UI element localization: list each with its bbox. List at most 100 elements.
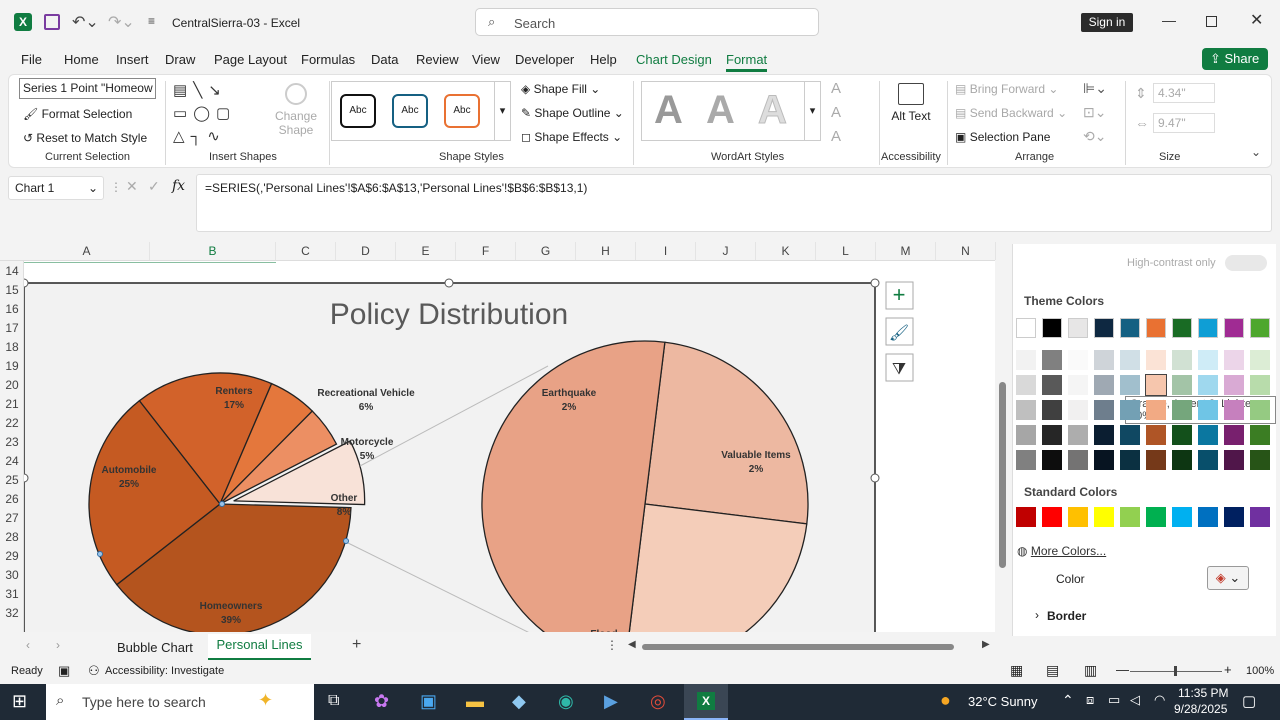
point-handle[interactable] (97, 551, 103, 557)
theme-color-shade-swatch[interactable] (1042, 375, 1062, 395)
tab-review[interactable]: Review (416, 52, 459, 67)
theme-color-shade-swatch[interactable] (1094, 450, 1114, 470)
alt-text-button[interactable]: Alt Text (891, 83, 931, 123)
tab-formulas[interactable]: Formulas (301, 52, 355, 67)
tabs-more-icon[interactable]: ⋮ (606, 638, 618, 652)
theme-color-shade-swatch[interactable] (1120, 425, 1140, 445)
network-icon[interactable]: ⧈ (1086, 692, 1094, 708)
theme-color-swatch[interactable] (1094, 318, 1114, 338)
zoom-out-icon[interactable]: — (1116, 662, 1129, 677)
shape-outline-button[interactable]: ✎ Shape Outline ⌄ (521, 106, 624, 120)
cancel-icon[interactable]: ✕ (126, 178, 138, 195)
name-box[interactable]: Chart 1 ⌄ (8, 176, 104, 200)
standard-color-swatch[interactable] (1224, 507, 1244, 527)
theme-color-shade-swatch[interactable] (1042, 350, 1062, 370)
task-view-icon[interactable]: ⧉ (328, 692, 339, 710)
tab-view[interactable]: View (472, 52, 500, 67)
theme-color-shade-swatch[interactable] (1224, 400, 1244, 420)
elbow-icon[interactable]: ┐ (191, 128, 208, 145)
chevron-up-icon[interactable]: ⌃ (1062, 692, 1074, 709)
tab-draw[interactable]: Draw (165, 52, 195, 67)
theme-color-shade-swatch[interactable] (1042, 425, 1062, 445)
width-input[interactable]: 9.47" (1153, 113, 1215, 133)
shape-effects-button[interactable]: ◻ Shape Effects ⌄ (521, 130, 622, 144)
theme-color-shade-swatch[interactable] (1172, 450, 1192, 470)
standard-color-swatch[interactable] (1250, 507, 1270, 527)
standard-color-swatch[interactable] (1146, 507, 1166, 527)
resize-handle[interactable] (444, 278, 454, 288)
oval-icon[interactable]: ◯ (193, 105, 216, 122)
theme-color-shade-swatch[interactable] (1068, 400, 1088, 420)
customize-qat-icon[interactable]: ≡ (148, 14, 155, 28)
theme-color-swatch[interactable] (1172, 318, 1192, 338)
notifications-icon[interactable]: ▢ (1242, 692, 1256, 710)
color-picker-button[interactable]: ◈ ⌄ (1207, 566, 1249, 590)
reset-style-button[interactable]: ↺ Reset to Match Style (23, 131, 147, 145)
sheet-tab-bubble-chart[interactable]: Bubble Chart (117, 640, 193, 655)
theme-color-shade-swatch[interactable] (1172, 400, 1192, 420)
theme-color-swatch[interactable] (1042, 318, 1062, 338)
tab-format[interactable]: Format (726, 52, 768, 72)
sign-in-button[interactable]: Sign in (1081, 13, 1133, 32)
theme-color-shade-swatch[interactable] (1016, 350, 1036, 370)
more-colors-button[interactable]: ◍ More Colors... (1017, 544, 1106, 558)
border-expand-icon[interactable]: › (1035, 608, 1039, 622)
resize-handle[interactable] (20, 278, 29, 288)
macro-icon[interactable]: ▣ (58, 663, 70, 679)
vertical-scrollbar[interactable] (997, 242, 1009, 632)
page-layout-view-icon[interactable]: ▤ (1046, 662, 1059, 679)
theme-color-shade-swatch[interactable] (1146, 425, 1166, 445)
wordart-style-1[interactable]: A (654, 88, 683, 133)
notes-icon[interactable]: ◆ (512, 691, 526, 712)
wifi-icon[interactable]: ◠ (1154, 692, 1165, 708)
edge-icon[interactable]: ◉ (558, 691, 574, 712)
standard-color-swatch[interactable] (1042, 507, 1062, 527)
theme-color-shade-swatch[interactable] (1198, 425, 1218, 445)
normal-view-icon[interactable]: ▦ (1010, 662, 1023, 679)
text-box-icon[interactable]: ▤ (173, 82, 193, 99)
horizontal-scrollbar[interactable]: ◀ ▶ (628, 639, 992, 652)
theme-color-swatch[interactable] (1198, 318, 1218, 338)
restore-icon[interactable] (1206, 16, 1217, 27)
high-contrast-toggle[interactable] (1225, 255, 1267, 271)
theme-color-shade-swatch[interactable] (1250, 375, 1270, 395)
rectangle-icon[interactable]: ▭ (173, 105, 193, 122)
resize-handle[interactable] (870, 473, 880, 483)
collapse-ribbon-icon[interactable]: ⌄ (1251, 145, 1261, 159)
point-handle[interactable] (343, 538, 349, 544)
point-handle[interactable] (219, 501, 225, 507)
theme-color-shade-swatch[interactable] (1224, 350, 1244, 370)
theme-color-swatch[interactable] (1016, 318, 1036, 338)
theme-color-shade-swatch[interactable] (1146, 400, 1166, 420)
style-orange[interactable]: Abc (444, 94, 480, 128)
theme-color-shade-swatch[interactable] (1068, 450, 1088, 470)
theme-color-shade-swatch[interactable] (1224, 425, 1244, 445)
theme-color-swatch[interactable] (1068, 318, 1088, 338)
theme-color-shade-swatch[interactable] (1224, 450, 1244, 470)
gallery-more-icon[interactable]: ▾ (804, 82, 820, 140)
tab-help[interactable]: Help (590, 52, 617, 67)
format-selection-button[interactable]: 🖌 Format Selection (23, 107, 132, 121)
resize-handle[interactable] (870, 278, 880, 288)
zoom-level[interactable]: 100% (1246, 665, 1274, 677)
tab-data[interactable]: Data (371, 52, 398, 67)
formula-input[interactable]: =SERIES(,'Personal Lines'!$A$6:$A$13,'Pe… (196, 174, 1272, 232)
theme-color-shade-swatch[interactable] (1250, 350, 1270, 370)
standard-color-swatch[interactable] (1068, 507, 1088, 527)
theme-color-shade-swatch[interactable] (1198, 400, 1218, 420)
wordart-style-2[interactable]: A (706, 88, 735, 133)
add-sheet-icon[interactable]: + (352, 636, 361, 654)
theme-color-swatch[interactable] (1120, 318, 1140, 338)
theme-color-swatch[interactable] (1224, 318, 1244, 338)
tab-chart-design[interactable]: Chart Design (636, 52, 712, 67)
tab-file[interactable]: File (21, 52, 42, 67)
clock-date[interactable]: 9/28/2025 (1174, 702, 1227, 716)
wordart-gallery[interactable]: A A A ▾ (641, 81, 821, 141)
page-break-view-icon[interactable]: ▥ (1084, 662, 1097, 679)
theme-color-shade-swatch[interactable] (1250, 450, 1270, 470)
theme-color-shade-swatch[interactable] (1172, 350, 1192, 370)
theme-color-shade-swatch[interactable] (1120, 450, 1140, 470)
chart-title[interactable]: Policy Distribution (330, 298, 568, 331)
theme-color-shade-swatch[interactable] (1094, 375, 1114, 395)
zoom-thumb[interactable] (1174, 666, 1177, 676)
